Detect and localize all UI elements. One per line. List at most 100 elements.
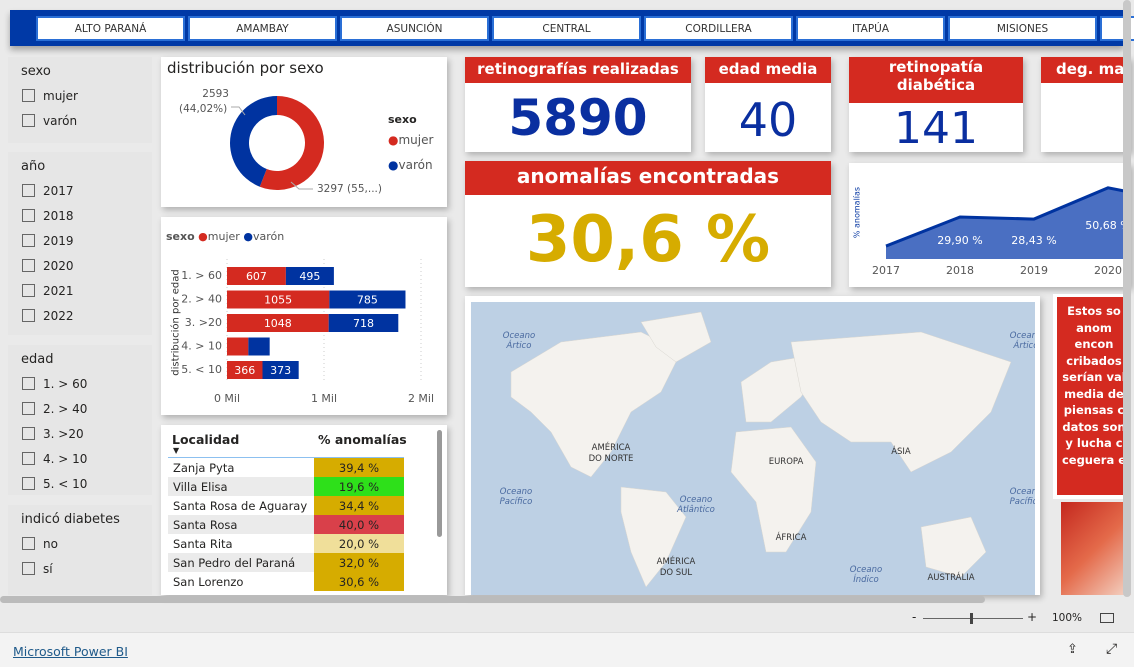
checkbox[interactable] — [22, 114, 35, 127]
checkbox[interactable] — [22, 402, 35, 415]
checkbox[interactable] — [22, 234, 35, 247]
zoom-slider-thumb[interactable] — [970, 613, 973, 624]
option-label: sí — [43, 561, 53, 576]
textbox-line: anom — [1076, 320, 1112, 335]
horizontal-scrollbar[interactable] — [0, 596, 985, 603]
fullscreen-icon[interactable]: ⤢ — [1106, 641, 1117, 657]
slicer-option[interactable]: 4. > 10 — [8, 446, 152, 471]
vertical-scrollbar[interactable] — [1123, 0, 1131, 597]
fit-to-page-icon[interactable] — [1100, 613, 1114, 623]
legend-label: varón — [398, 158, 433, 172]
table-scrollbar[interactable] — [437, 430, 442, 537]
checkbox[interactable] — [22, 377, 35, 390]
slicer-option[interactable]: no — [8, 531, 152, 556]
map-label: AMÉRICA DO SUL — [657, 555, 696, 578]
table-row[interactable]: Villa Elisa 19,6 % — [168, 477, 404, 496]
legend-mujer[interactable]: ●mujer — [388, 133, 433, 147]
slicer-title: edad — [21, 352, 54, 367]
slicer-title: sexo — [21, 64, 51, 79]
region-tab[interactable]: CORDILLERA — [644, 16, 793, 41]
legend-varon[interactable]: ●varón — [388, 158, 433, 172]
map-card: Oceano Ártico AMÉRICA DO NORTE EUROPA ÁSIA Oce… — [465, 296, 1040, 595]
checkbox[interactable] — [22, 209, 35, 222]
textbox-line: serían val — [1062, 370, 1126, 384]
checkbox[interactable] — [22, 184, 35, 197]
world-map[interactable]: Oceano Ártico AMÉRICA DO NORTE EUROPA ÁSIA Oce… — [471, 302, 1035, 595]
localidad-table: Localidad ▼ % anomalías Zanja Pyta 39,4 %… — [161, 425, 447, 595]
bar-mujer[interactable] — [227, 337, 249, 356]
slicer-option[interactable]: 2018 — [8, 203, 152, 228]
table-row[interactable]: Santa Rosa 40,0 % — [168, 515, 404, 534]
slicer-option[interactable]: 2021 — [8, 278, 152, 303]
legend-title: sexo — [388, 113, 417, 126]
donut-chart-card: distribución por sexo 2593 (44,02%) 3297… — [161, 57, 447, 207]
map-label: EUROPA — [769, 457, 804, 467]
checkbox[interactable] — [22, 452, 35, 465]
column-header-anomalias[interactable]: % anomalías — [318, 432, 407, 447]
checkbox[interactable] — [22, 537, 35, 550]
table-row[interactable]: San Pedro del Paraná 32,0 % — [168, 553, 404, 572]
table-row[interactable]: Santa Rosa de Aguaray 34,4 % — [168, 496, 404, 515]
table-row[interactable]: San Lorenzo 30,6 % — [168, 572, 404, 591]
checkbox[interactable] — [22, 309, 35, 322]
checkbox[interactable] — [22, 562, 35, 575]
y-tick-label: 2. > 40 — [181, 293, 222, 306]
region-tab[interactable]: AMAMBAY — [188, 16, 337, 41]
column-header-localidad[interactable]: Localidad — [172, 432, 239, 447]
slicer-option[interactable]: mujer — [8, 83, 152, 108]
slicer-option[interactable]: varón — [8, 108, 152, 133]
cell-localidad: Santa Rosa — [173, 517, 238, 532]
x-tick-label: 1 Mil — [311, 392, 337, 405]
checkbox[interactable] — [22, 89, 35, 102]
region-tab[interactable]: MISIONES — [948, 16, 1097, 41]
cell-anomalias: 30,6 % — [314, 572, 404, 591]
bar-data-label: 785 — [357, 294, 378, 307]
checkbox[interactable] — [22, 477, 35, 490]
slicer-option[interactable]: sí — [8, 556, 152, 581]
kpi-retinopatia: retinopatía diabética 141 — [849, 57, 1023, 154]
zoom-out-button[interactable]: - — [912, 610, 916, 624]
photo-image — [1061, 502, 1131, 595]
bar-varón[interactable] — [248, 337, 270, 356]
x-tick-label: 2020 — [1094, 264, 1122, 277]
map-label: AMÉRICA DO NORTE — [589, 441, 634, 464]
share-icon[interactable]: ⇪ — [1067, 642, 1078, 657]
slicer-option[interactable]: 5. < 10 — [8, 471, 152, 496]
slicer-option[interactable]: 2. > 40 — [8, 396, 152, 421]
cell-localidad: Santa Rita — [173, 536, 233, 551]
region-tab-bar: ALTO PARANÁ AMAMBAY ASUNCIÓN CENTRAL CORDILL… — [10, 10, 1134, 46]
table-row[interactable]: Zanja Pyta 39,4 % — [168, 458, 404, 477]
textbox-line: cribados — [1066, 353, 1122, 368]
slicer-option[interactable]: 2020 — [8, 253, 152, 278]
donut-label-varon: 2593 — [202, 88, 229, 100]
textbox-line: media de — [1064, 386, 1124, 401]
age-bar-chart-card: sexo ●mujer ●varón distribución por edad… — [161, 217, 447, 415]
slicer-option[interactable]: 3. >20 — [8, 421, 152, 446]
zoom-slider[interactable] — [923, 618, 1023, 619]
slicer-option[interactable]: 2019 — [8, 228, 152, 253]
table-row[interactable]: Santa Rita 20,0 % — [168, 534, 404, 553]
slicer-option[interactable]: 2017 — [8, 178, 152, 203]
textbox-line: piensas c — [1063, 403, 1125, 417]
region-tab[interactable]: CENTRAL — [492, 16, 641, 41]
power-bi-link[interactable]: Microsoft Power BI — [13, 644, 128, 659]
region-tab[interactable]: ALTO PARANÁ — [36, 16, 185, 41]
x-tick-label: 2017 — [872, 264, 900, 277]
region-tab[interactable]: ITAPÚA — [796, 16, 945, 41]
option-label: 3. >20 — [43, 426, 84, 441]
zoom-in-button[interactable]: + — [1027, 610, 1037, 624]
region-tab[interactable]: ASUNCIÓN — [340, 16, 489, 41]
bar-data-label: 495 — [299, 270, 320, 283]
bar-data-label: 1048 — [264, 317, 292, 330]
sort-desc-icon[interactable]: ▼ — [173, 446, 179, 455]
checkbox[interactable] — [22, 427, 35, 440]
cell-anomalias: 39,4 % — [314, 458, 404, 477]
checkbox[interactable] — [22, 284, 35, 297]
slicer-option[interactable]: 2022 — [8, 303, 152, 328]
bar-data-label: 718 — [353, 317, 374, 330]
checkbox[interactable] — [22, 259, 35, 272]
map-label: Oceano Atlântico — [676, 495, 715, 515]
cell-localidad: San Lorenzo — [173, 574, 244, 589]
slicer-option[interactable]: 1. > 60 — [8, 371, 152, 396]
zoom-bar: - + 100% — [0, 604, 1134, 632]
